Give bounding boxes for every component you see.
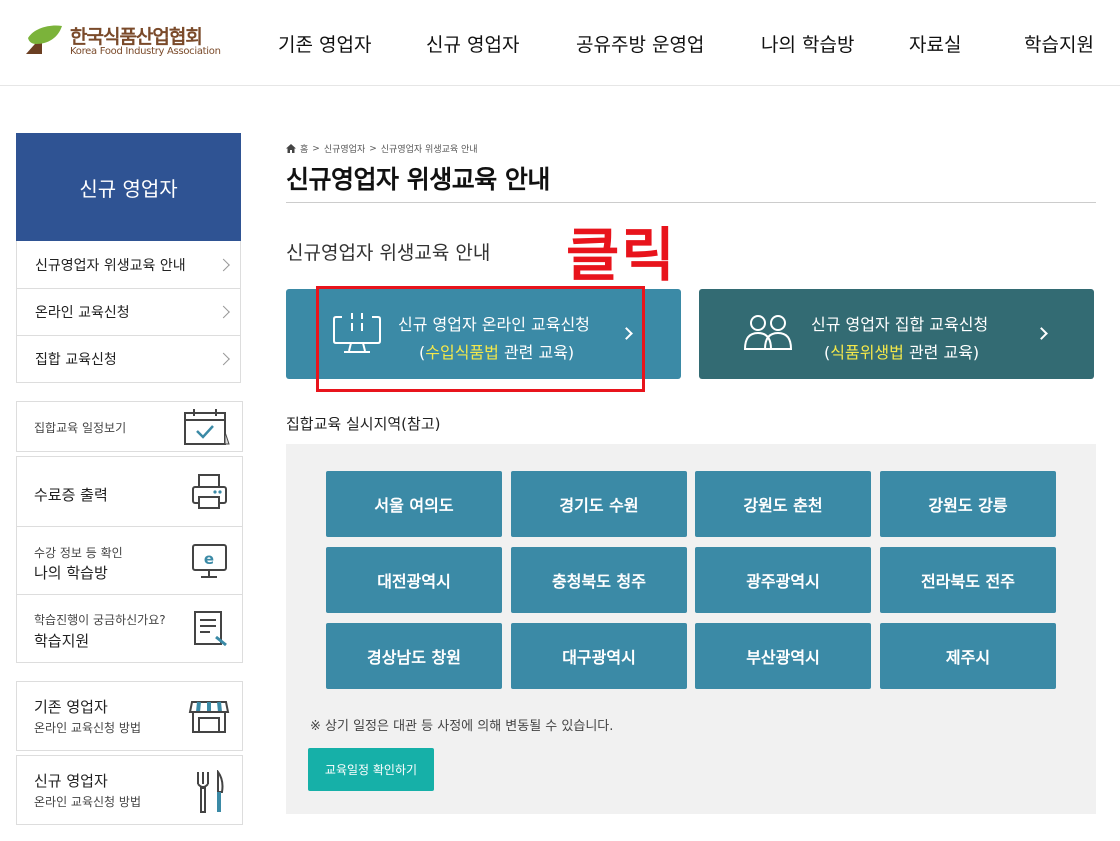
region-gangwon-chuncheon[interactable]: 강원도 춘천 bbox=[695, 471, 871, 537]
sidebar-item-label: 온라인 교육신청 bbox=[35, 305, 130, 321]
region-daegu[interactable]: 대구광역시 bbox=[511, 623, 687, 689]
law-highlight: 수입식품법 bbox=[425, 343, 499, 362]
online-apply-button[interactable]: 신규 영업자 온라인 교육신청 (수입식품법 관련 교육) bbox=[286, 289, 681, 379]
document-pen-icon bbox=[194, 611, 227, 647]
breadcrumb: 홈 > 신규영업자 > 신규영업자 위생교육 안내 bbox=[286, 142, 478, 155]
sidebar-item-hygiene-guide[interactable]: 신규영업자 위생교육 안내 bbox=[17, 241, 240, 288]
online-apply-subtitle: (수입식품법 관련 교육) bbox=[419, 343, 575, 362]
nav-shared-kitchen[interactable]: 공유주방 운영업 bbox=[576, 30, 704, 57]
breadcrumb-separator-icon: > bbox=[369, 143, 377, 154]
quick-certificate[interactable]: 수료증 출력 bbox=[17, 457, 242, 526]
sidebar-item-label: 신규영업자 위생교육 안내 bbox=[35, 257, 186, 274]
region-daejeon[interactable]: 대전광역시 bbox=[326, 547, 502, 613]
chevron-right-icon bbox=[1035, 327, 1048, 340]
breadcrumb-level1[interactable]: 신규영업자 bbox=[324, 142, 365, 155]
chevron-right-icon bbox=[217, 352, 230, 366]
nav-learning-support[interactable]: 학습지원 bbox=[1024, 30, 1094, 57]
region-gwangju[interactable]: 광주광역시 bbox=[695, 547, 871, 613]
quick-schedule-label: 집합교육 일정보기 bbox=[34, 421, 127, 435]
sidebar-title: 신규 영업자 bbox=[16, 133, 241, 241]
site-header: 한국식품산업협회 Korea Food Industry Association… bbox=[0, 0, 1120, 86]
logo-title-ko: 한국식품산업협회 bbox=[70, 26, 203, 48]
breadcrumb-separator-icon: > bbox=[312, 143, 320, 154]
quick-my-learning[interactable]: 수강 정보 등 확인 나의 학습방 e bbox=[17, 527, 242, 594]
guide-new-operators[interactable]: 신규 영업자 온라인 교육신청 방법 bbox=[16, 755, 243, 825]
site-logo[interactable]: 한국식품산업협회 Korea Food Industry Association bbox=[24, 20, 234, 64]
users-icon bbox=[743, 315, 793, 350]
law-highlight: 식품위생법 bbox=[830, 343, 904, 362]
sidebar-menu: 신규영업자 위생교육 안내 온라인 교육신청 집합 교육신청 bbox=[16, 241, 241, 383]
sidebar-item-label: 집합 교육신청 bbox=[35, 352, 117, 368]
calendar-check-icon bbox=[184, 409, 230, 445]
chevron-right-icon bbox=[217, 258, 230, 271]
quick-links-group: 수료증 출력 수강 정보 등 확인 나의 학습방 e 학습진행이 궁금하신가요?… bbox=[16, 456, 243, 663]
fork-knife-icon bbox=[197, 770, 224, 813]
monitor-e-icon: e bbox=[192, 544, 227, 578]
quick-learning-support[interactable]: 학습진행이 궁금하신가요? 학습지원 bbox=[17, 595, 242, 662]
region-jeonbuk-jeonju[interactable]: 전라북도 전주 bbox=[880, 547, 1056, 613]
region-seoul-yeouido[interactable]: 서울 여의도 bbox=[326, 471, 502, 537]
monitor-icon bbox=[333, 313, 381, 353]
nav-my-learning[interactable]: 나의 학습방 bbox=[761, 30, 854, 57]
nav-new-operators[interactable]: 신규 영업자 bbox=[426, 30, 519, 57]
quick-certificate-label: 수료증 출력 bbox=[34, 486, 108, 504]
nav-existing-operators[interactable]: 기존 영업자 bbox=[278, 30, 371, 57]
region-gangwon-gangneung[interactable]: 강원도 강릉 bbox=[880, 471, 1056, 537]
quick-learning-support-label: 학습지원 bbox=[34, 632, 90, 650]
schedule-notice: ※ 상기 일정은 대관 등 사정에 의해 변동될 수 있습니다. bbox=[310, 719, 614, 734]
logo-title-en: Korea Food Industry Association bbox=[70, 46, 221, 57]
sidebar-item-online-apply[interactable]: 온라인 교육신청 bbox=[17, 288, 240, 335]
breadcrumb-level2[interactable]: 신규영업자 위생교육 안내 bbox=[381, 142, 478, 155]
group-apply-subtitle: (식품위생법 관련 교육) bbox=[824, 343, 980, 362]
home-icon[interactable] bbox=[286, 144, 296, 153]
quick-learning-support-sub: 학습진행이 궁금하신가요? bbox=[34, 613, 166, 627]
svg-text:e: e bbox=[204, 550, 214, 568]
chevron-right-icon bbox=[620, 327, 633, 340]
region-chungbuk-cheongju[interactable]: 충청북도 청주 bbox=[511, 547, 687, 613]
online-apply-title: 신규 영업자 온라인 교육신청 bbox=[398, 315, 590, 334]
breadcrumb-home[interactable]: 홈 bbox=[300, 142, 308, 155]
guide-existing-operators[interactable]: 기존 영업자 온라인 교육신청 방법 bbox=[16, 681, 243, 751]
sidebar-item-group-apply[interactable]: 집합 교육신청 bbox=[17, 335, 240, 382]
page-title: 신규영업자 위생교육 안내 bbox=[286, 165, 550, 194]
guide-existing-title: 기존 영업자 bbox=[34, 698, 108, 716]
logo-leaf-icon bbox=[26, 25, 62, 54]
click-annotation: 클릭 bbox=[566, 221, 677, 289]
printer-icon bbox=[192, 474, 227, 509]
storefront-icon bbox=[188, 701, 230, 733]
chevron-right-icon bbox=[217, 305, 230, 319]
quick-my-learning-label: 나의 학습방 bbox=[34, 564, 108, 582]
group-apply-title: 신규 영업자 집합 교육신청 bbox=[811, 315, 989, 334]
section-title: 신규영업자 위생교육 안내 bbox=[286, 242, 491, 264]
region-title: 집합교육 실시지역(참고) bbox=[286, 415, 441, 433]
quick-my-learning-sub: 수강 정보 등 확인 bbox=[34, 546, 123, 560]
nav-archive[interactable]: 자료실 bbox=[909, 30, 961, 57]
region-gyeonggi-suwon[interactable]: 경기도 수원 bbox=[511, 471, 687, 537]
group-apply-button[interactable]: 신규 영업자 집합 교육신청 (식품위생법 관련 교육) bbox=[699, 289, 1094, 379]
guide-existing-sub: 온라인 교육신청 방법 bbox=[34, 721, 141, 735]
guide-new-sub: 온라인 교육신청 방법 bbox=[34, 795, 141, 809]
guide-new-title: 신규 영업자 bbox=[34, 772, 108, 790]
region-jeju[interactable]: 제주시 bbox=[880, 623, 1056, 689]
quick-schedule[interactable]: 집합교육 일정보기 bbox=[16, 401, 243, 452]
region-gyeongnam-changwon[interactable]: 경상남도 창원 bbox=[326, 623, 502, 689]
region-busan[interactable]: 부산광역시 bbox=[695, 623, 871, 689]
divider bbox=[286, 202, 1096, 203]
check-schedule-button[interactable]: 교육일정 확인하기 bbox=[308, 748, 434, 791]
